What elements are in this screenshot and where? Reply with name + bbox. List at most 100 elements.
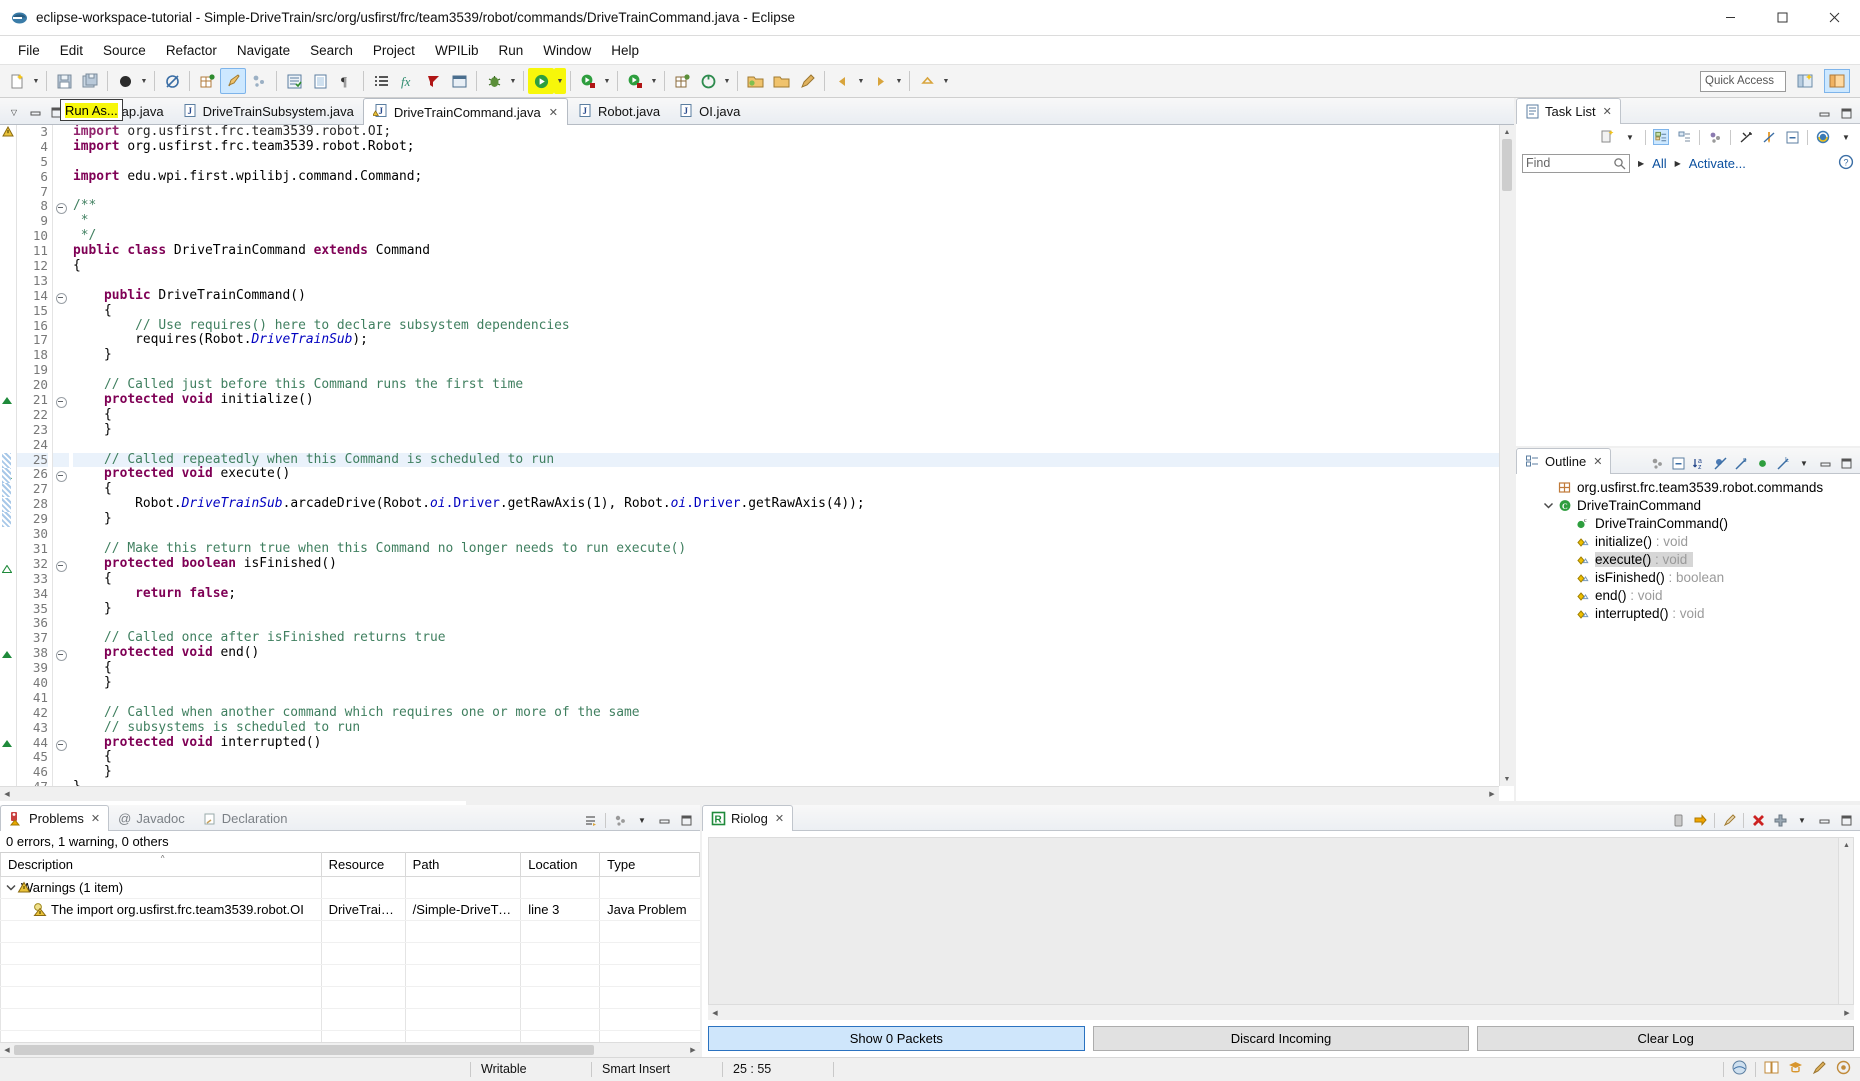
- toggle-breakpoint-icon[interactable]: [112, 68, 138, 94]
- forward-icon[interactable]: [867, 68, 893, 94]
- back-dropdown-icon[interactable]: ▼: [855, 68, 867, 94]
- tab-javadoc[interactable]: @ Javadoc: [109, 805, 194, 831]
- new-project-icon[interactable]: [669, 68, 695, 94]
- problems-column-type[interactable]: Type: [600, 853, 700, 877]
- problems-horizontal-scrollbar[interactable]: ◀ ▶: [0, 1042, 700, 1057]
- view-menu-icon[interactable]: [612, 812, 628, 828]
- activate-caret-icon[interactable]: ▶: [1675, 159, 1681, 168]
- scroll-right-icon[interactable]: ▶: [1840, 1006, 1854, 1020]
- scroll-thumb[interactable]: [1502, 139, 1512, 191]
- table-row[interactable]: Warnings (1 item): [1, 877, 700, 899]
- hide-static-icon[interactable]: s: [1733, 455, 1749, 471]
- outline-item-drivetraincommand-[interactable]: cDriveTrainCommand(): [1516, 514, 1860, 532]
- book-icon[interactable]: [1763, 1059, 1780, 1079]
- view-menu-icon[interactable]: ▽: [6, 104, 22, 120]
- menu-item-source[interactable]: Source: [93, 39, 156, 62]
- filter-all-link[interactable]: All: [1652, 156, 1666, 171]
- outline-item-drivetraincommand[interactable]: CDriveTrainCommand: [1516, 496, 1860, 514]
- close-icon[interactable]: ✕: [91, 812, 100, 825]
- menu-item-file[interactable]: File: [8, 39, 50, 62]
- editor-vertical-scrollbar[interactable]: ▲ ▼: [1499, 125, 1514, 786]
- editor-tab-robot-java[interactable]: JRobot.java: [568, 98, 669, 125]
- problems-column-description[interactable]: Description^: [1, 853, 322, 877]
- coverage-dropdown-icon[interactable]: ▼: [648, 68, 660, 94]
- menu-item-search[interactable]: Search: [300, 39, 363, 62]
- tab-riolog[interactable]: R Riolog ✕: [702, 805, 793, 831]
- filter-icon[interactable]: [1738, 129, 1754, 145]
- view-dropdown-icon[interactable]: ▼: [1838, 129, 1854, 145]
- find-input[interactable]: Find: [1522, 154, 1630, 173]
- close-button[interactable]: [1808, 0, 1860, 36]
- search-icon[interactable]: [420, 68, 446, 94]
- view-dropdown-icon[interactable]: ▼: [1796, 455, 1812, 471]
- run-dropdown-icon[interactable]: ▼: [554, 68, 566, 94]
- problems-header-row[interactable]: Description^ResourcePathLocationType: [1, 853, 700, 877]
- previous-annotation-dropdown-icon[interactable]: ▼: [940, 68, 952, 94]
- maximize-icon[interactable]: [1838, 812, 1854, 828]
- scroll-left-icon[interactable]: ◀: [0, 1043, 14, 1057]
- highlight-icon[interactable]: [1721, 812, 1737, 828]
- fold-toggle-icon[interactable]: [53, 557, 69, 572]
- scroll-down-icon[interactable]: ▼: [1500, 772, 1514, 786]
- scroll-left-icon[interactable]: ◀: [708, 1006, 722, 1020]
- tab-declaration[interactable]: Declaration: [194, 805, 297, 831]
- twisty-icon[interactable]: [1540, 479, 1556, 495]
- new-wizard-icon[interactable]: [4, 68, 30, 94]
- problems-body-rows[interactable]: Warnings (1 item)The import org.usfirst.…: [1, 877, 700, 1053]
- riolog-button-show-0-packets[interactable]: Show 0 Packets: [708, 1026, 1085, 1051]
- maximize-icon[interactable]: [678, 812, 694, 828]
- wpilib-icon[interactable]: [1731, 1059, 1748, 1079]
- scroll-left-icon[interactable]: ◀: [0, 787, 14, 801]
- breakpoint-dropdown-icon[interactable]: ▼: [138, 68, 150, 94]
- twisty-icon[interactable]: [1558, 587, 1574, 603]
- maximize-button[interactable]: [1756, 0, 1808, 36]
- minimize-icon[interactable]: [656, 812, 672, 828]
- riolog-button-discard-incoming[interactable]: Discard Incoming: [1093, 1026, 1470, 1051]
- outline-item-isfinished-[interactable]: isFinished() : boolean: [1516, 568, 1860, 586]
- folding-ruler[interactable]: [53, 125, 69, 801]
- minimize-button[interactable]: [1704, 0, 1756, 36]
- open-folder-icon[interactable]: [742, 68, 768, 94]
- outline-item-interrupted-[interactable]: interrupted() : void: [1516, 604, 1860, 622]
- twisty-icon[interactable]: [1540, 497, 1556, 513]
- twisty-icon[interactable]: [1558, 515, 1574, 531]
- console-icon[interactable]: [446, 68, 472, 94]
- riolog-vertical-scrollbar[interactable]: ▲: [1838, 838, 1853, 1004]
- scheduled-icon[interactable]: [1676, 129, 1692, 145]
- menu-item-help[interactable]: Help: [601, 39, 649, 62]
- menu-item-wpilib[interactable]: WPILib: [425, 39, 489, 62]
- problems-column-resource[interactable]: Resource: [321, 853, 405, 877]
- editor-tab-oi-java[interactable]: JOI.java: [669, 98, 749, 125]
- minimize-icon[interactable]: [1817, 455, 1833, 471]
- help-icon[interactable]: ?: [1838, 154, 1854, 173]
- riolog-button-clear-log[interactable]: Clear Log: [1477, 1026, 1854, 1051]
- list-view-icon[interactable]: [368, 68, 394, 94]
- previous-annotation-icon[interactable]: [914, 68, 940, 94]
- java-perspective-icon[interactable]: [1824, 69, 1850, 93]
- problems-column-path[interactable]: Path: [405, 853, 521, 877]
- twisty-icon[interactable]: [1558, 551, 1574, 567]
- close-icon[interactable]: ✕: [775, 812, 784, 825]
- run-coverage-icon[interactable]: [622, 68, 648, 94]
- editor-tab-drivetraincommand-java[interactable]: JDriveTrainCommand.java✕: [363, 98, 568, 125]
- scroll-right-icon[interactable]: ▶: [1485, 787, 1499, 801]
- fold-toggle-icon[interactable]: [53, 393, 69, 408]
- menu-item-run[interactable]: Run: [488, 39, 533, 62]
- open-folder2-icon[interactable]: [768, 68, 794, 94]
- twisty-icon[interactable]: [1558, 533, 1574, 549]
- fold-toggle-icon[interactable]: [53, 199, 69, 214]
- outline-item-execute-[interactable]: execute() : void: [1516, 550, 1860, 568]
- collapse-all-icon[interactable]: [1784, 129, 1800, 145]
- fold-toggle-icon[interactable]: [53, 736, 69, 751]
- problems-table[interactable]: Description^ResourcePathLocationType War…: [0, 852, 700, 1053]
- close-icon[interactable]: ✕: [1593, 455, 1602, 468]
- maximize-icon[interactable]: [1838, 105, 1854, 121]
- save-all-icon[interactable]: [77, 68, 103, 94]
- view-dropdown-icon[interactable]: ▼: [1794, 812, 1810, 828]
- run-icon[interactable]: [528, 68, 554, 94]
- view-dropdown-icon[interactable]: ▼: [634, 812, 650, 828]
- outline-item-org-usfirst-frc-team3539-robot-commands[interactable]: org.usfirst.frc.team3539.robot.commands: [1516, 478, 1860, 496]
- menu-item-window[interactable]: Window: [533, 39, 601, 62]
- scroll-right-icon[interactable]: ▶: [686, 1043, 700, 1057]
- add-icon[interactable]: [1772, 812, 1788, 828]
